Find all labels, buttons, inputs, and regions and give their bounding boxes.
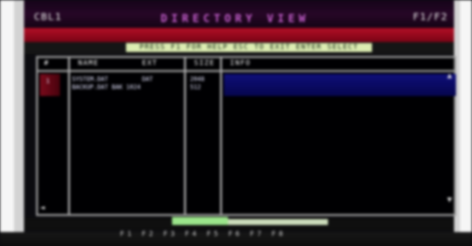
header-marker: # [44,59,50,67]
title-right-label: F1/F2 [412,12,448,23]
row-detail: BACKUP.DAT BAK 1024 [72,84,141,91]
table-header: # NAME EXT SIZE INFO [38,58,454,72]
menu-band [24,28,454,42]
window-title: DIRECTORY VIEW [160,12,310,25]
left-bezel [0,0,24,246]
column-divider [68,58,70,214]
row-size-secondary: 512 [190,84,201,91]
row-ext: DAT [142,76,153,83]
header-info[interactable]: INFO [230,59,251,68]
row-name: SYSTEM.DAT [72,76,109,83]
screen: CBL1 DIRECTORY VIEW F1/F2 PRESS F1 FOR H… [0,0,472,246]
title-left-label: CBL1 [34,12,63,23]
column-divider [184,58,186,214]
row-marker: 1 [46,78,50,85]
active-key-indicator[interactable] [172,217,228,225]
scroll-left-icon[interactable]: ◄ [40,204,45,212]
row-size: 2048 [190,76,205,83]
selected-row-highlight[interactable] [224,74,456,96]
column-divider [220,58,222,214]
right-bezel [454,0,472,246]
scroll-down-icon[interactable]: ▼ [447,196,452,204]
status-message: PRESS F1 FOR HELP ESC TO EXIT ENTER SELE… [126,43,372,52]
selection-marker [40,74,60,96]
header-name[interactable]: NAME [78,59,99,68]
header-size[interactable]: SIZE [194,59,215,68]
key-hint-strip [228,219,328,225]
scroll-up-icon[interactable]: ▲ [447,72,452,80]
header-ext[interactable]: EXT [142,59,158,68]
function-key-labels[interactable]: F1 F2 F3 F4 F5 F6 F7 F8 [120,230,350,238]
file-list-panel[interactable]: # NAME EXT SIZE INFO 1 SYSTEM.DAT DAT 20… [36,56,456,216]
